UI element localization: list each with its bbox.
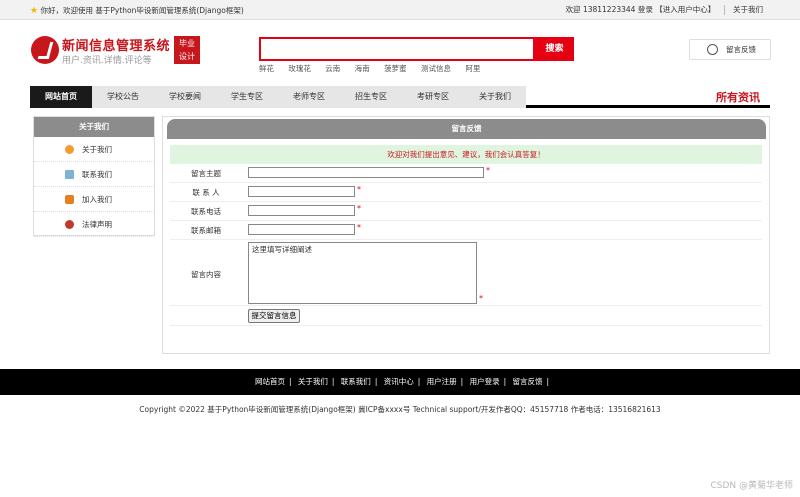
- hotword-link[interactable]: 测试信息: [421, 64, 451, 73]
- nav-item-teachers[interactable]: 老师专区: [278, 86, 340, 108]
- power-icon: [65, 220, 74, 229]
- sidebar-item-label: 加入我们: [82, 195, 112, 204]
- footer-separator: |: [546, 377, 550, 386]
- contact-label: 联 系 人: [192, 188, 220, 197]
- hotword-link[interactable]: 云南: [325, 64, 340, 73]
- content-textarea[interactable]: 这里填写详细阐述: [248, 242, 477, 304]
- info-icon: [65, 145, 74, 154]
- hotword-link[interactable]: 鲜花: [259, 64, 274, 73]
- feedback-panel: 留言反馈 欢迎对我们提出意见、建议，我们会认真答复！ 留言主题 * 联 系 人 …: [162, 116, 770, 354]
- contact-input[interactable]: [248, 186, 355, 197]
- header: 新闻信息管理系统 用户.资讯.详情.评论等 毕业 设计 搜索 鲜花 玫瑰花 云南…: [0, 20, 800, 86]
- form-row-phone: 联系电话 *: [170, 202, 762, 221]
- watermark: CSDN @黄菊华老师: [710, 481, 793, 491]
- subject-input[interactable]: [248, 167, 484, 178]
- nav-item-home[interactable]: 网站首页: [30, 86, 92, 108]
- nav-item-notices[interactable]: 学校公告: [92, 86, 154, 108]
- phone-label: 联系电话: [191, 207, 221, 216]
- hotword-link[interactable]: 玫瑰花: [288, 64, 311, 73]
- hotword-link[interactable]: 阿里: [465, 64, 480, 73]
- footer-link-register[interactable]: 用户注册: [427, 377, 457, 386]
- form-row-subject: 留言主题 *: [170, 164, 762, 183]
- sidebar-item-label: 联系我们: [82, 170, 112, 179]
- nav-item-about[interactable]: 关于我们: [464, 86, 526, 108]
- footer-separator: |: [331, 377, 335, 386]
- footer-link-login[interactable]: 用户登录: [470, 377, 500, 386]
- phone-input[interactable]: [248, 205, 355, 216]
- footer-link-news[interactable]: 资讯中心: [384, 377, 414, 386]
- site-subtitle: 用户.资讯.详情.评论等: [62, 56, 152, 66]
- nav-item-admissions[interactable]: 招生专区: [340, 86, 402, 108]
- required-mark: *: [357, 204, 361, 213]
- form-row-content: 留言内容 这里填写详细阐述 *: [170, 240, 762, 306]
- top-bar: ★ 你好，欢迎使用 基于Python毕设新闻管理系统(Django框架) 欢迎 …: [0, 0, 800, 20]
- hotword-link[interactable]: 海南: [355, 64, 370, 73]
- footer-separator: |: [460, 377, 464, 386]
- form-row-submit: 提交留言信息: [170, 306, 762, 326]
- logo-icon[interactable]: [31, 36, 59, 64]
- nav-item-news[interactable]: 学校要闻: [154, 86, 216, 108]
- footer-link-contact[interactable]: 联系我们: [341, 377, 371, 386]
- search-input[interactable]: [259, 37, 535, 61]
- sidebar-item-about[interactable]: 关于我们: [34, 137, 154, 162]
- all-news-title[interactable]: 所有资讯: [716, 89, 760, 105]
- required-mark: *: [479, 294, 483, 303]
- greeting-text: 你好，欢迎使用 基于Python毕设新闻管理系统(Django框架): [40, 6, 244, 15]
- sidebar-item-label: 法律声明: [82, 220, 112, 229]
- welcome-message: 欢迎对我们提出意见、建议，我们会认真答复！: [170, 145, 762, 164]
- panel-title: 留言反馈: [167, 119, 766, 139]
- nav-item-postgrad[interactable]: 考研专区: [402, 86, 464, 108]
- divider: [723, 5, 725, 15]
- email-label: 联系邮箱: [191, 226, 221, 235]
- sidebar-item-contact[interactable]: 联系我们: [34, 162, 154, 187]
- footer-link-feedback[interactable]: 留言反馈: [513, 377, 543, 386]
- footer-separator: |: [288, 377, 292, 386]
- headset-icon: [707, 44, 718, 55]
- email-input[interactable]: [248, 224, 355, 235]
- lock-icon: [65, 195, 74, 204]
- feedback-button-label: 留言反馈: [726, 45, 756, 54]
- footer-link-home[interactable]: 网站首页: [255, 377, 285, 386]
- hotwords: 鲜花 玫瑰花 云南 海南 菠萝蜜 测试信息 阿里: [259, 63, 492, 74]
- sidebar-item-label: 关于我们: [82, 145, 112, 154]
- nav-item-students[interactable]: 学生专区: [216, 86, 278, 108]
- footer-nav: 网站首页 | 关于我们 | 联系我们 | 资讯中心 | 用户注册 | 用户登录 | 留言反馈…: [0, 369, 800, 395]
- welcome-user-text: 欢迎 13811223344 登录: [565, 5, 653, 14]
- content-label: 留言内容: [191, 270, 221, 279]
- about-link[interactable]: 关于我们: [733, 5, 763, 14]
- sidebar-item-join[interactable]: 加入我们: [34, 187, 154, 212]
- search-button[interactable]: 搜索: [535, 37, 574, 61]
- footer-link-about[interactable]: 关于我们: [298, 377, 328, 386]
- user-center-link[interactable]: 【进入用户中心】: [655, 5, 715, 14]
- graduation-badge: 毕业 设计: [174, 36, 200, 64]
- required-mark: *: [357, 185, 361, 194]
- document-icon: [65, 170, 74, 179]
- star-icon: ★: [30, 6, 39, 16]
- badge-line-1: 毕业: [179, 39, 195, 48]
- top-user-links: 欢迎 13811223344 登录 【进入用户中心】 关于我们: [566, 4, 763, 15]
- site-title[interactable]: 新闻信息管理系统: [62, 35, 170, 54]
- submit-button[interactable]: 提交留言信息: [248, 309, 300, 323]
- form-row-contact: 联 系 人 *: [170, 183, 762, 202]
- copyright: Copyright ©2022 基于Python毕设新闻管理系统(Django框…: [139, 405, 661, 414]
- hotword-link[interactable]: 菠萝蜜: [384, 64, 407, 73]
- main-nav: 网站首页 学校公告 学校要闻 学生专区 老师专区 招生专区 考研专区 关于我们: [30, 86, 770, 108]
- form-row-email: 联系邮箱 *: [170, 221, 762, 240]
- required-mark: *: [357, 223, 361, 232]
- feedback-button[interactable]: 留言反馈: [689, 39, 771, 60]
- footer-separator: |: [417, 377, 421, 386]
- greeting: ★ 你好，欢迎使用 基于Python毕设新闻管理系统(Django框架): [30, 5, 244, 16]
- required-mark: *: [486, 166, 490, 175]
- sidebar: 关于我们 关于我们 联系我们 加入我们 法律声明: [33, 116, 155, 237]
- badge-line-2: 设计: [179, 52, 195, 61]
- subject-label: 留言主题: [191, 169, 221, 178]
- sidebar-item-legal[interactable]: 法律声明: [34, 212, 154, 237]
- footer-separator: |: [374, 377, 378, 386]
- sidebar-title: 关于我们: [34, 117, 154, 137]
- footer-separator: |: [503, 377, 507, 386]
